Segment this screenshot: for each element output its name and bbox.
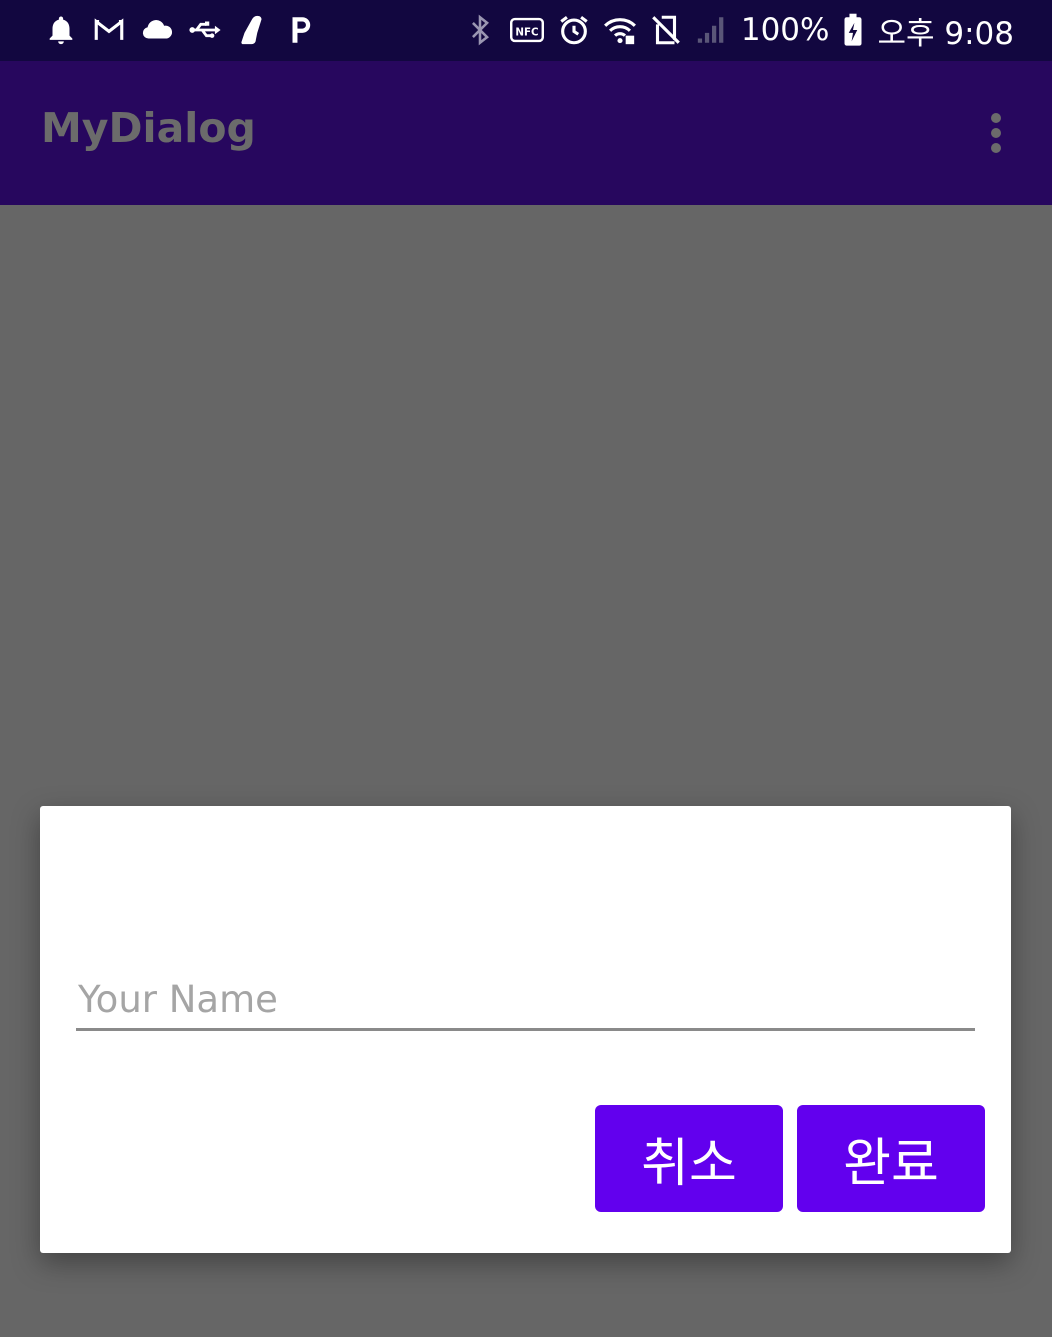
system-status-icons: NFC 100% 오후 9:08 (463, 8, 1014, 52)
notification-icons (44, 8, 318, 52)
no-sim-icon (649, 13, 683, 47)
bluetooth-icon (463, 13, 497, 47)
gmail-icon (92, 13, 126, 47)
status-bar: NFC 100% 오후 9:08 (0, 0, 1052, 61)
battery-icon (841, 13, 865, 47)
wifi-icon (603, 13, 637, 47)
shoe-icon (236, 13, 270, 47)
name-input[interactable] (76, 971, 975, 1031)
cloud-icon (140, 13, 174, 47)
signal-icon (695, 13, 729, 47)
alarm-icon (557, 13, 591, 47)
usb-icon (188, 13, 222, 47)
clock: 오후 9:08 (877, 15, 1014, 52)
bell-icon (44, 13, 78, 47)
p-icon (284, 13, 318, 47)
app-title: MyDialog (41, 104, 256, 152)
nfc-icon: NFC (509, 13, 545, 47)
cancel-button[interactable]: 취소 (595, 1105, 783, 1212)
done-button[interactable]: 완료 (797, 1105, 985, 1212)
more-vert-icon[interactable] (976, 101, 1016, 165)
battery-percentage: 100% (740, 12, 830, 48)
svg-text:NFC: NFC (515, 26, 538, 38)
name-dialog: 취소 완료 (40, 806, 1011, 1253)
app-bar: MyDialog (0, 61, 1052, 205)
